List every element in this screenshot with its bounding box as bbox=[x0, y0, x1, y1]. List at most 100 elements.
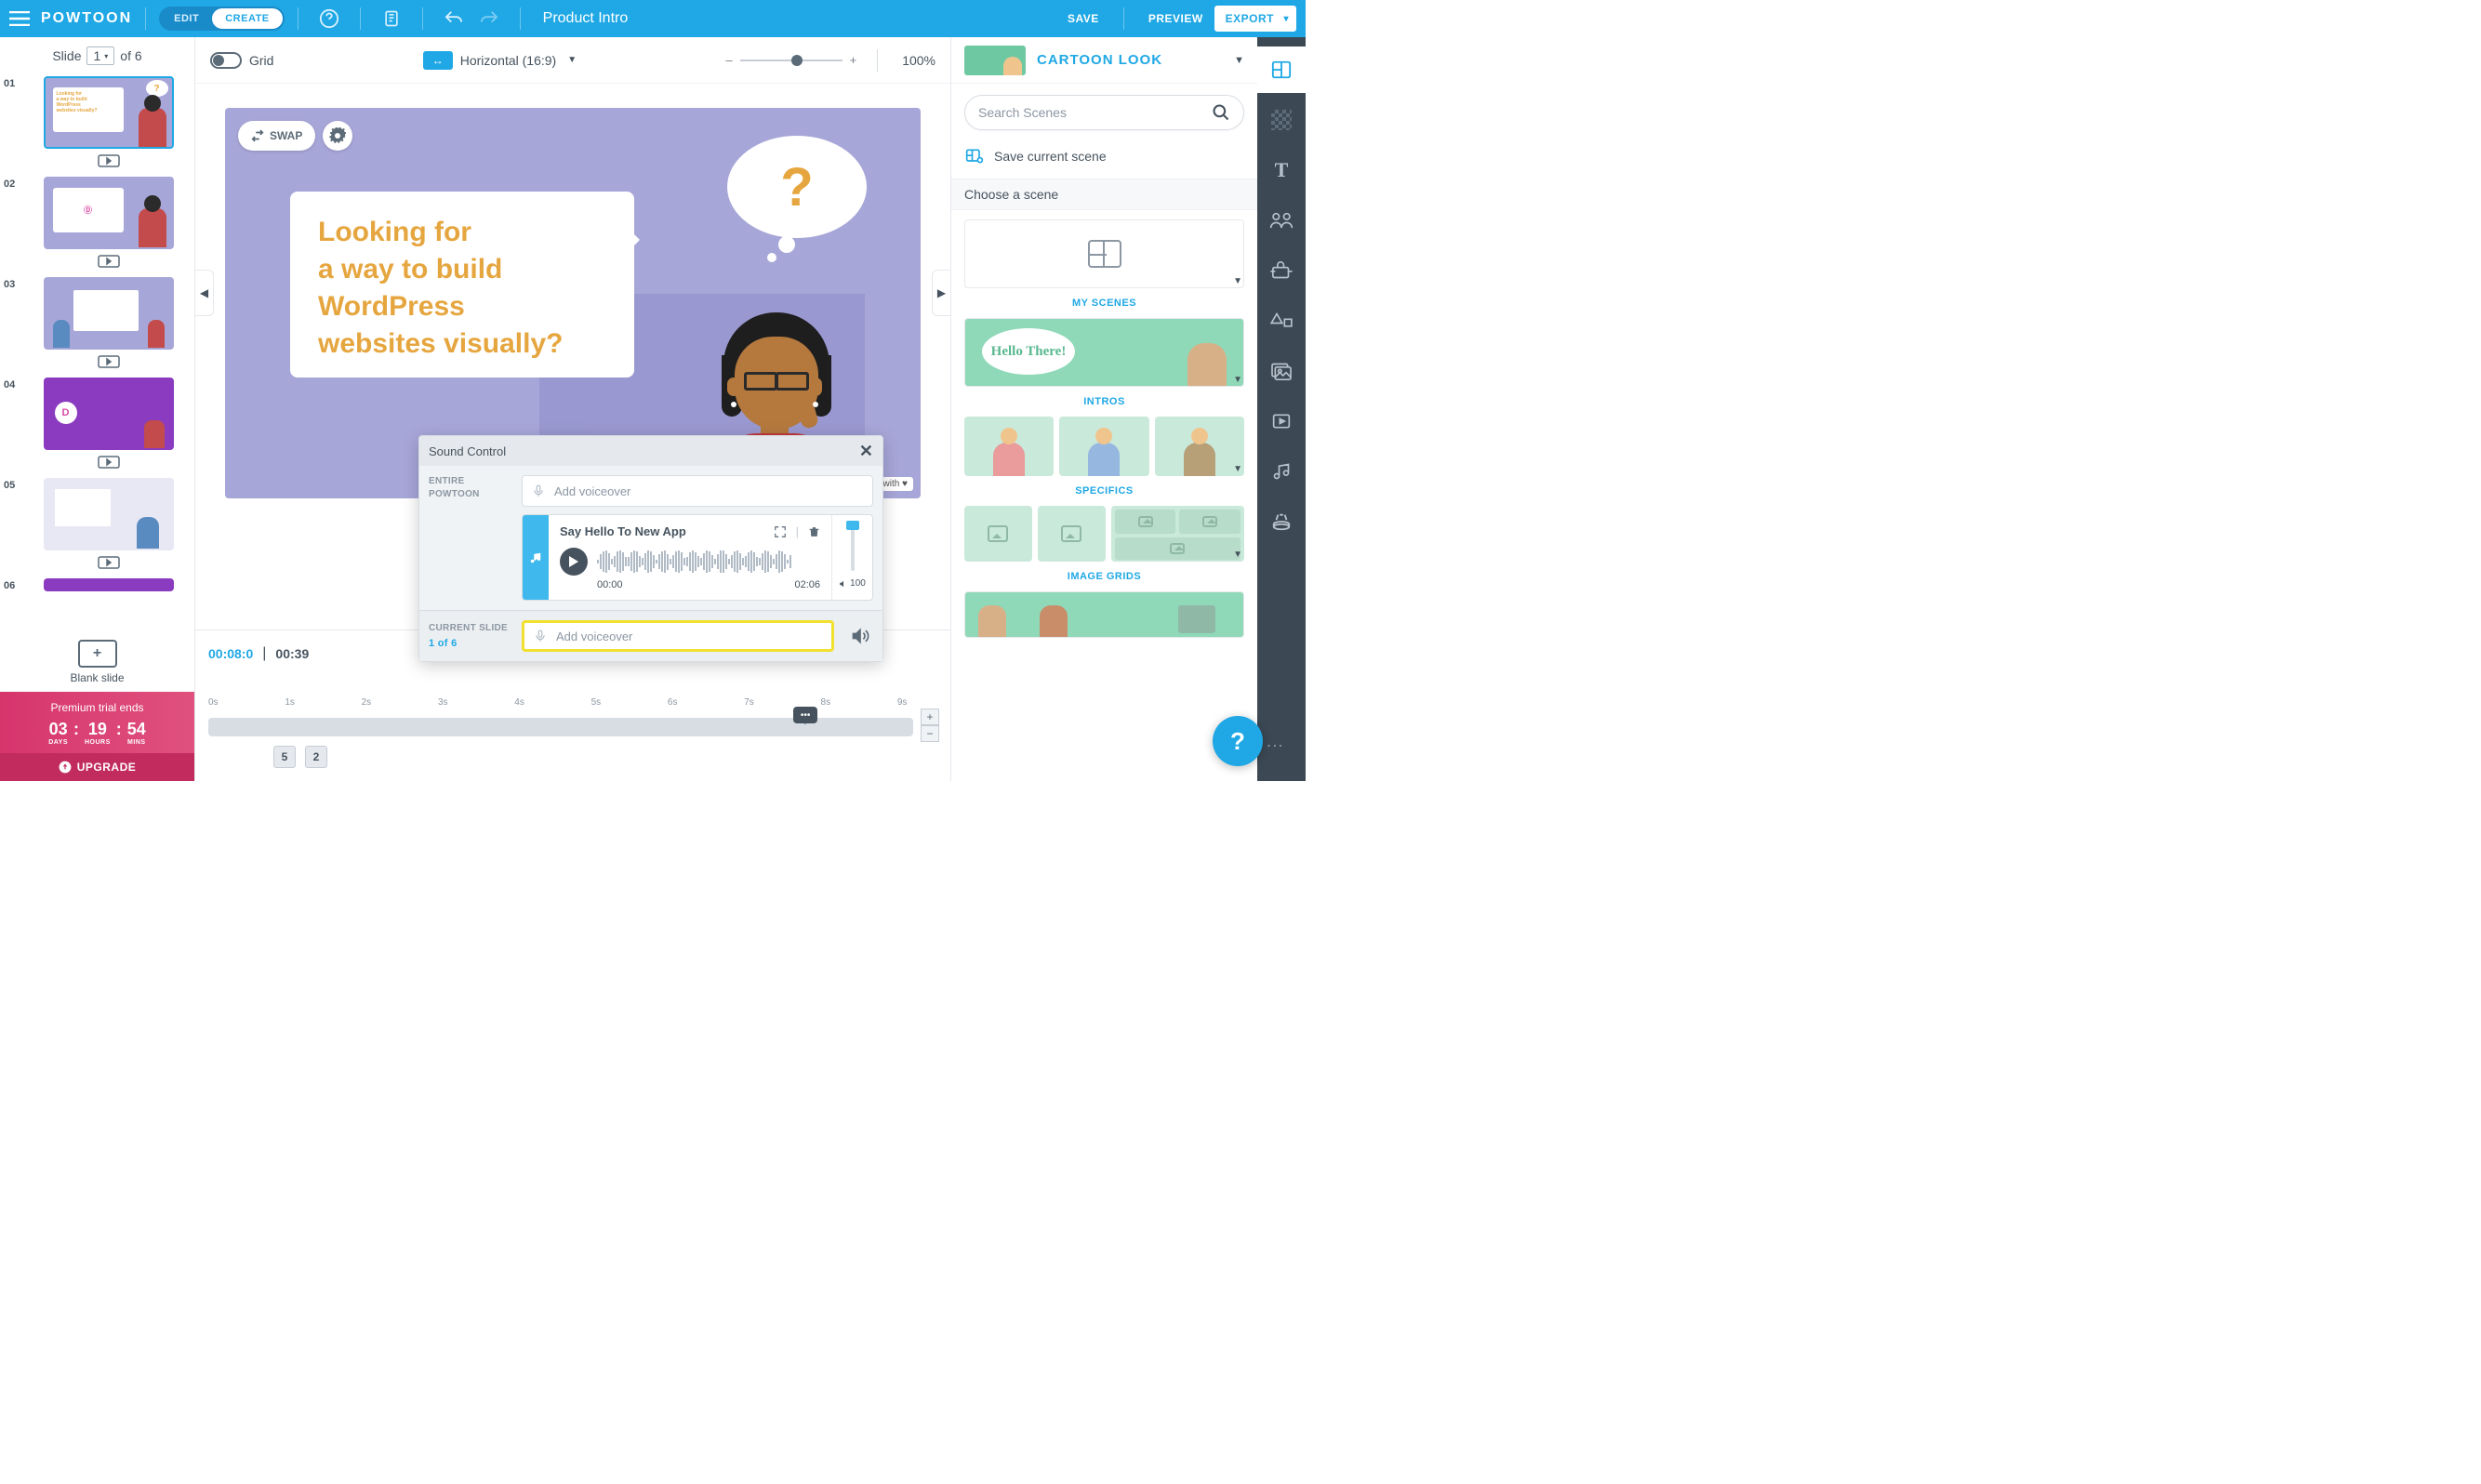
scene-imagegrid-1[interactable] bbox=[964, 591, 1244, 638]
current-slide-label: CURRENT SLIDE bbox=[429, 622, 512, 635]
save-button[interactable]: SAVE bbox=[1068, 12, 1099, 25]
scene-blank-layout[interactable] bbox=[964, 219, 1244, 288]
rail-layout[interactable] bbox=[1257, 46, 1306, 93]
chevron-down-icon[interactable]: ▼ bbox=[1233, 276, 1242, 286]
rail-shapes[interactable] bbox=[1257, 298, 1306, 344]
slide-thumb-1[interactable]: Looking fora way to buildWordPresswebsit… bbox=[44, 76, 174, 149]
track-name: Say Hello To New App bbox=[560, 524, 764, 538]
chevron-down-icon[interactable]: ▼ bbox=[1233, 464, 1242, 474]
scene-list[interactable]: ▼ MY SCENES Hello There! ▼ INTROS ▼ SPEC… bbox=[951, 210, 1257, 781]
transition-icon[interactable] bbox=[98, 253, 120, 270]
scenes-panel: CARTOON LOOK ▼ Save current scene Choose… bbox=[950, 37, 1257, 781]
mode-toggle[interactable]: EDIT CREATE bbox=[159, 7, 284, 31]
rail-characters[interactable] bbox=[1257, 197, 1306, 244]
chevron-down-icon[interactable]: ▼ bbox=[1233, 375, 1242, 385]
scene-hello-there[interactable]: Hello There! bbox=[964, 318, 1244, 387]
delete-icon[interactable] bbox=[808, 525, 820, 538]
settings-button[interactable] bbox=[323, 121, 352, 151]
mode-create[interactable]: CREATE bbox=[212, 8, 282, 29]
sound-toggle-icon[interactable] bbox=[849, 627, 873, 645]
aspect-select[interactable]: ↔ Horizontal (16:9) ▼ bbox=[423, 51, 577, 70]
thought-bubble[interactable]: ? bbox=[727, 136, 867, 238]
project-title[interactable]: Product Intro bbox=[543, 10, 629, 27]
clipboard-icon[interactable] bbox=[379, 7, 404, 31]
volume-slider[interactable] bbox=[851, 524, 855, 571]
slide-thumb-6[interactable] bbox=[44, 578, 174, 591]
transition-icon[interactable] bbox=[98, 152, 120, 169]
rail-images[interactable] bbox=[1257, 348, 1306, 394]
rail-specials[interactable] bbox=[1257, 498, 1306, 545]
upgrade-button[interactable]: UPGRADE bbox=[0, 753, 194, 781]
redo-icon[interactable] bbox=[477, 7, 501, 31]
scene-img-3[interactable] bbox=[1111, 506, 1244, 562]
scene-img-2[interactable] bbox=[1038, 506, 1106, 562]
zoom-out-button[interactable]: – bbox=[725, 53, 732, 67]
collapse-left-icon[interactable]: ◀ bbox=[195, 270, 214, 316]
slide-thumb-3[interactable] bbox=[44, 277, 174, 350]
zoom-slider[interactable] bbox=[740, 60, 842, 61]
plus-icon: + bbox=[78, 640, 117, 668]
search-scenes[interactable] bbox=[964, 95, 1244, 130]
divider bbox=[520, 7, 521, 30]
volume-control: 100 bbox=[831, 515, 872, 600]
transition-icon[interactable] bbox=[98, 353, 120, 370]
add-blank-slide[interactable]: + Blank slide bbox=[33, 640, 163, 684]
zoom-in-button[interactable]: + bbox=[850, 53, 857, 67]
rail-sound[interactable] bbox=[1257, 448, 1306, 495]
slide-number-select[interactable]: 1 bbox=[86, 46, 114, 65]
timeline-track[interactable]: ••• bbox=[208, 718, 913, 736]
look-selector[interactable]: CARTOON LOOK ▼ bbox=[951, 37, 1257, 84]
playhead-marker[interactable]: ••• bbox=[793, 707, 817, 723]
more-options-icon[interactable]: ⋮ bbox=[1265, 737, 1285, 753]
help-fab[interactable]: ? bbox=[1213, 716, 1263, 766]
thumb-index: 01 bbox=[4, 76, 22, 89]
timeline-zoom-in[interactable]: + bbox=[921, 709, 939, 725]
chevron-down-icon[interactable]: ▼ bbox=[1233, 550, 1242, 560]
chevron-down-icon: ▼ bbox=[1234, 55, 1244, 66]
play-button[interactable] bbox=[560, 548, 588, 576]
export-button[interactable]: EXPORT bbox=[1214, 6, 1296, 32]
rail-props[interactable] bbox=[1257, 247, 1306, 294]
collapse-right-icon[interactable]: ▶ bbox=[932, 270, 950, 316]
save-scene-button[interactable]: Save current scene bbox=[951, 141, 1257, 179]
voiceover-placeholder: Add voiceover bbox=[556, 629, 632, 643]
thumb-index: 04 bbox=[4, 378, 22, 391]
close-icon[interactable]: ✕ bbox=[859, 442, 873, 461]
rail-text[interactable]: T bbox=[1257, 147, 1306, 193]
sound-control-popup: Sound Control ✕ ENTIRE POWTOON Add voice… bbox=[418, 435, 883, 662]
add-voiceover-entire[interactable]: Add voiceover bbox=[522, 475, 873, 507]
speech-bubble[interactable]: Looking fora way to buildWordPresswebsit… bbox=[290, 192, 634, 378]
timeline-item-1[interactable]: 5 bbox=[273, 746, 296, 768]
logo[interactable]: POWTOON bbox=[41, 10, 132, 27]
sound-popup-title: Sound Control bbox=[429, 444, 859, 458]
undo-icon[interactable] bbox=[442, 7, 466, 31]
slide-thumb-4[interactable]: D bbox=[44, 378, 174, 450]
rail-videos[interactable] bbox=[1257, 398, 1306, 444]
timeline-zoom-out[interactable]: − bbox=[921, 725, 939, 742]
swap-button[interactable]: SWAP bbox=[238, 121, 315, 151]
search-input[interactable] bbox=[978, 105, 1204, 120]
speaker-icon bbox=[839, 579, 848, 589]
transition-icon[interactable] bbox=[98, 454, 120, 470]
preview-button[interactable]: PREVIEW bbox=[1148, 12, 1203, 25]
transition-icon[interactable] bbox=[98, 554, 120, 571]
category-specifics: SPECIFICS bbox=[964, 485, 1244, 497]
tick: 3s bbox=[438, 697, 448, 708]
slide-thumb-2[interactable]: Ⓓ bbox=[44, 177, 174, 249]
waveform[interactable] bbox=[597, 549, 820, 575]
scene-intro-2[interactable] bbox=[1059, 417, 1148, 476]
expand-icon[interactable] bbox=[774, 525, 787, 538]
help-icon[interactable] bbox=[317, 7, 341, 31]
add-voiceover-slide[interactable]: Add voiceover bbox=[522, 620, 834, 652]
music-tab-icon[interactable] bbox=[523, 515, 549, 600]
rail-background[interactable] bbox=[1257, 97, 1306, 143]
menu-icon[interactable] bbox=[9, 11, 32, 26]
toggle-icon bbox=[210, 52, 242, 69]
slide-thumb-5[interactable] bbox=[44, 478, 174, 550]
mode-edit[interactable]: EDIT bbox=[161, 13, 212, 24]
scene-intro-1[interactable] bbox=[964, 417, 1054, 476]
grid-toggle[interactable]: Grid bbox=[210, 52, 273, 69]
scene-img-1[interactable] bbox=[964, 506, 1032, 562]
timeline-item-2[interactable]: 2 bbox=[305, 746, 327, 768]
scene-intro-3[interactable] bbox=[1155, 417, 1244, 476]
